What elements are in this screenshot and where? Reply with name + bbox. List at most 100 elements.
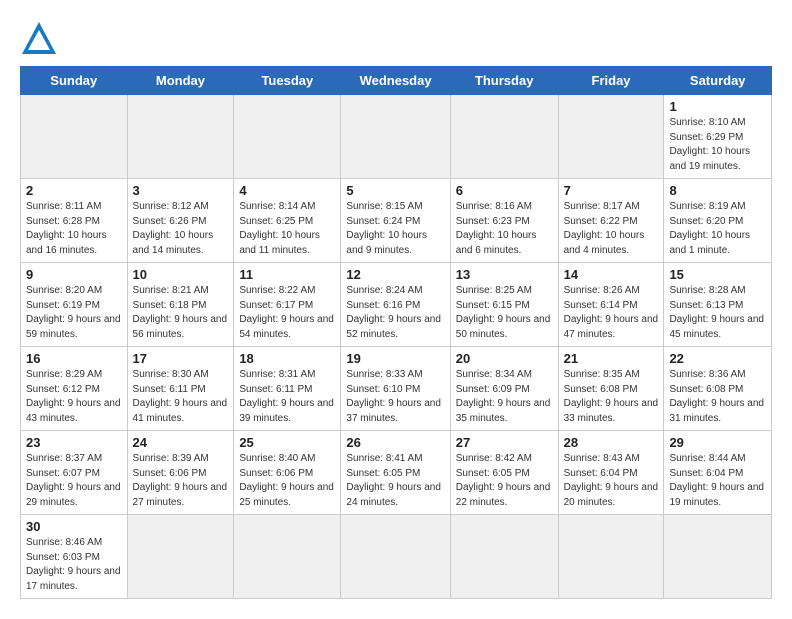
weekday-header-wednesday: Wednesday (341, 67, 450, 95)
calendar-cell: 19Sunrise: 8:33 AM Sunset: 6:10 PM Dayli… (341, 347, 450, 431)
day-number: 2 (26, 183, 122, 198)
day-number: 11 (239, 267, 335, 282)
calendar-header (20, 20, 772, 56)
day-info: Sunrise: 8:11 AM Sunset: 6:28 PM Dayligh… (26, 200, 122, 258)
day-info: Sunrise: 8:25 AM Sunset: 6:15 PM Dayligh… (456, 284, 553, 342)
day-info: Sunrise: 8:14 AM Sunset: 6:25 PM Dayligh… (239, 200, 335, 258)
day-info: Sunrise: 8:28 AM Sunset: 6:13 PM Dayligh… (669, 284, 766, 342)
calendar-cell: 12 Sunrise: 8:24 AM Sunset: 6:16 PM Dayli… (341, 263, 450, 347)
calendar-cell: 29 Sunrise: 8:44 AM Sunset: 6:04 PM Dayli… (664, 431, 772, 515)
calendar-cell: 8 Sunrise: 8:19 AM Sunset: 6:20 PM Daylig… (664, 179, 772, 263)
day-info: Sunrise: 8:42 AM Sunset: 6:05 PM Dayligh… (456, 452, 553, 510)
calendar-cell: 1Sunrise: 8:10 AM Sunset: 6:29 PM Daylig… (664, 95, 772, 179)
day-info: Sunrise: 8:10 AM Sunset: 6:29 PM Dayligh… (669, 116, 766, 174)
calendar-cell: 5 Sunrise: 8:15 AM Sunset: 6:24 PM Daylig… (341, 179, 450, 263)
day-info: Sunrise: 8:29 AM Sunset: 6:12 PM Dayligh… (26, 368, 122, 426)
day-info: Sunrise: 8:31 AM Sunset: 6:11 PM Dayligh… (239, 368, 335, 426)
calendar-cell (341, 95, 450, 179)
calendar-cell (450, 515, 558, 599)
calendar-cell: 3 Sunrise: 8:12 AM Sunset: 6:26 PM Daylig… (127, 179, 234, 263)
day-info: Sunrise: 8:21 AM Sunset: 6:18 PM Dayligh… (133, 284, 229, 342)
day-number: 4 (239, 183, 335, 198)
day-number: 3 (133, 183, 229, 198)
day-info: Sunrise: 8:44 AM Sunset: 6:04 PM Dayligh… (669, 452, 766, 510)
calendar-cell (234, 95, 341, 179)
day-number: 15 (669, 267, 766, 282)
calendar-cell (21, 95, 128, 179)
day-info: Sunrise: 8:17 AM Sunset: 6:22 PM Dayligh… (564, 200, 659, 258)
day-info: Sunrise: 8:46 AM Sunset: 6:03 PM Dayligh… (26, 536, 122, 594)
calendar-cell: 23Sunrise: 8:37 AM Sunset: 6:07 PM Dayli… (21, 431, 128, 515)
day-number: 8 (669, 183, 766, 198)
calendar-cell: 16 Sunrise: 8:29 AM Sunset: 6:12 PM Dayli… (21, 347, 128, 431)
weekday-header-tuesday: Tuesday (234, 67, 341, 95)
day-info: Sunrise: 8:39 AM Sunset: 6:06 PM Dayligh… (133, 452, 229, 510)
day-number: 5 (346, 183, 444, 198)
calendar-cell: 18Sunrise: 8:31 AM Sunset: 6:11 PM Dayli… (234, 347, 341, 431)
day-number: 14 (564, 267, 659, 282)
day-info: Sunrise: 8:20 AM Sunset: 6:19 PM Dayligh… (26, 284, 122, 342)
calendar-cell: 13 Sunrise: 8:25 AM Sunset: 6:15 PM Dayli… (450, 263, 558, 347)
day-number: 9 (26, 267, 122, 282)
weekday-header-sunday: Sunday (21, 67, 128, 95)
calendar-cell (127, 95, 234, 179)
day-number: 27 (456, 435, 553, 450)
calendar-cell (341, 515, 450, 599)
calendar-cell: 11 Sunrise: 8:22 AM Sunset: 6:17 PM Dayli… (234, 263, 341, 347)
calendar-cell: 14Sunrise: 8:26 AM Sunset: 6:14 PM Dayli… (558, 263, 664, 347)
calendar-cell: 24 Sunrise: 8:39 AM Sunset: 6:06 PM Dayli… (127, 431, 234, 515)
day-info: Sunrise: 8:19 AM Sunset: 6:20 PM Dayligh… (669, 200, 766, 258)
day-number: 30 (26, 519, 122, 534)
day-number: 26 (346, 435, 444, 450)
calendar-cell: 6 Sunrise: 8:16 AM Sunset: 6:23 PM Daylig… (450, 179, 558, 263)
calendar-cell (234, 515, 341, 599)
day-number: 25 (239, 435, 335, 450)
day-info: Sunrise: 8:36 AM Sunset: 6:08 PM Dayligh… (669, 368, 766, 426)
calendar-cell (558, 95, 664, 179)
calendar-cell (558, 515, 664, 599)
day-number: 6 (456, 183, 553, 198)
day-info: Sunrise: 8:40 AM Sunset: 6:06 PM Dayligh… (239, 452, 335, 510)
day-info: Sunrise: 8:12 AM Sunset: 6:26 PM Dayligh… (133, 200, 229, 258)
day-number: 13 (456, 267, 553, 282)
calendar-cell: 4 Sunrise: 8:14 AM Sunset: 6:25 PM Daylig… (234, 179, 341, 263)
calendar-cell: 7 Sunrise: 8:17 AM Sunset: 6:22 PM Daylig… (558, 179, 664, 263)
day-info: Sunrise: 8:15 AM Sunset: 6:24 PM Dayligh… (346, 200, 444, 258)
weekday-header-monday: Monday (127, 67, 234, 95)
weekday-header-friday: Friday (558, 67, 664, 95)
day-number: 22 (669, 351, 766, 366)
day-number: 20 (456, 351, 553, 366)
day-info: Sunrise: 8:24 AM Sunset: 6:16 PM Dayligh… (346, 284, 444, 342)
day-info: Sunrise: 8:16 AM Sunset: 6:23 PM Dayligh… (456, 200, 553, 258)
calendar-cell: 22 Sunrise: 8:36 AM Sunset: 6:08 PM Dayli… (664, 347, 772, 431)
calendar-cell: 26Sunrise: 8:41 AM Sunset: 6:05 PM Dayli… (341, 431, 450, 515)
day-info: Sunrise: 8:34 AM Sunset: 6:09 PM Dayligh… (456, 368, 553, 426)
day-info: Sunrise: 8:30 AM Sunset: 6:11 PM Dayligh… (133, 368, 229, 426)
logo (20, 20, 62, 56)
logo-icon (20, 20, 58, 56)
calendar-cell: 17 Sunrise: 8:30 AM Sunset: 6:11 PM Dayli… (127, 347, 234, 431)
calendar-cell: 2 Sunrise: 8:11 AM Sunset: 6:28 PM Daylig… (21, 179, 128, 263)
day-number: 16 (26, 351, 122, 366)
calendar-cell: 27 Sunrise: 8:42 AM Sunset: 6:05 PM Dayli… (450, 431, 558, 515)
calendar-cell: 10 Sunrise: 8:21 AM Sunset: 6:18 PM Dayli… (127, 263, 234, 347)
day-number: 17 (133, 351, 229, 366)
calendar-cell: 25 Sunrise: 8:40 AM Sunset: 6:06 PM Dayli… (234, 431, 341, 515)
calendar-cell: 28Sunrise: 8:43 AM Sunset: 6:04 PM Dayli… (558, 431, 664, 515)
day-number: 21 (564, 351, 659, 366)
day-info: Sunrise: 8:22 AM Sunset: 6:17 PM Dayligh… (239, 284, 335, 342)
day-info: Sunrise: 8:33 AM Sunset: 6:10 PM Dayligh… (346, 368, 444, 426)
calendar-cell: 21Sunrise: 8:35 AM Sunset: 6:08 PM Dayli… (558, 347, 664, 431)
day-number: 12 (346, 267, 444, 282)
day-info: Sunrise: 8:43 AM Sunset: 6:04 PM Dayligh… (564, 452, 659, 510)
day-number: 10 (133, 267, 229, 282)
day-number: 29 (669, 435, 766, 450)
day-number: 24 (133, 435, 229, 450)
calendar-cell (127, 515, 234, 599)
calendar-cell: 15 Sunrise: 8:28 AM Sunset: 6:13 PM Dayli… (664, 263, 772, 347)
calendar-cell: 9 Sunrise: 8:20 AM Sunset: 6:19 PM Daylig… (21, 263, 128, 347)
weekday-header-thursday: Thursday (450, 67, 558, 95)
day-number: 7 (564, 183, 659, 198)
weekday-header-saturday: Saturday (664, 67, 772, 95)
calendar-cell: 20 Sunrise: 8:34 AM Sunset: 6:09 PM Dayli… (450, 347, 558, 431)
